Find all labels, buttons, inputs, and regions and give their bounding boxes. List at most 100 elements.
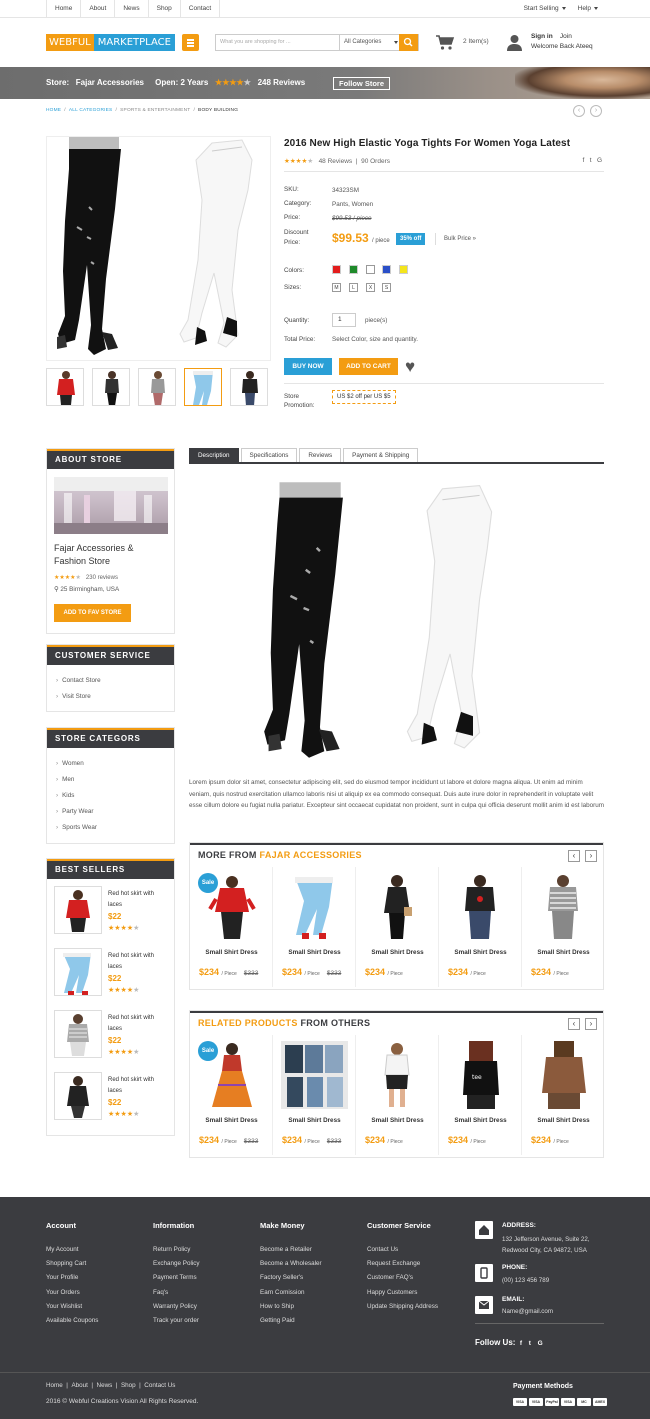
- store-name-line-1[interactable]: Fajar Accessories &: [54, 543, 134, 553]
- footer-link[interactable]: Return Policy: [153, 1243, 200, 1257]
- google-icon[interactable]: G: [597, 157, 602, 164]
- product-thumbnail[interactable]: [230, 368, 268, 406]
- tab-payment-shipping[interactable]: Payment & Shipping: [343, 448, 419, 463]
- best-seller-name[interactable]: Red hot skirt with laces: [108, 889, 154, 911]
- product-thumbnail-active[interactable]: [184, 368, 222, 406]
- footer-link[interactable]: Payment Terms: [153, 1271, 200, 1285]
- color-swatch-white[interactable]: [366, 265, 375, 274]
- facebook-icon[interactable]: f: [520, 1340, 522, 1347]
- buy-now-button[interactable]: BUY NOW: [284, 358, 332, 375]
- product-card[interactable]: Small Shirt Dress $234 / Piece $333: [273, 867, 356, 987]
- google-icon[interactable]: G: [538, 1340, 543, 1347]
- footer-link[interactable]: Warranty Policy: [153, 1300, 200, 1314]
- best-seller-thumbnail[interactable]: [54, 886, 102, 934]
- top-nav-news[interactable]: News: [115, 0, 149, 17]
- sign-in-link[interactable]: Sign in: [531, 33, 553, 40]
- cart-button[interactable]: [435, 34, 455, 53]
- footer-link[interactable]: Available Coupons: [46, 1314, 98, 1328]
- email-text[interactable]: Name@gmail.com: [502, 1308, 553, 1315]
- add-to-cart-button[interactable]: ADD TO CART: [339, 358, 398, 375]
- best-seller-thumbnail[interactable]: [54, 1072, 102, 1120]
- top-nav-about[interactable]: About: [81, 0, 116, 17]
- breadcrumb-sports[interactable]: SPORTS & ENTERTAINMENT: [120, 108, 190, 113]
- wishlist-heart-icon[interactable]: ♥: [405, 358, 415, 375]
- footer-link[interactable]: Update Shipping Address: [367, 1300, 438, 1314]
- product-card[interactable]: tee Small Shirt Dress $234 / Piece: [439, 1035, 522, 1155]
- site-logo[interactable]: WEBFUL MARKETPLACE: [46, 34, 175, 51]
- footer-link[interactable]: Happy Customers: [367, 1286, 438, 1300]
- tab-reviews[interactable]: Reviews: [299, 448, 342, 463]
- footer-link[interactable]: Earn Comission: [260, 1286, 322, 1300]
- product-card[interactable]: Small Shirt Dress $234 / Piece: [522, 867, 605, 987]
- best-seller-thumbnail[interactable]: [54, 948, 102, 996]
- start-selling-dropdown[interactable]: Start Selling: [518, 0, 572, 17]
- quantity-input[interactable]: 1: [332, 313, 356, 327]
- best-seller-thumbnail[interactable]: [54, 1010, 102, 1058]
- search-category-select[interactable]: All Categories: [339, 35, 402, 50]
- join-link[interactable]: Join: [560, 33, 572, 40]
- add-to-fav-store-button[interactable]: ADD TO FAV STORE: [54, 604, 131, 622]
- footer-link[interactable]: Become a Retailer: [260, 1243, 322, 1257]
- product-card[interactable]: Small Shirt Dress $234 / Piece: [522, 1035, 605, 1155]
- footer-nav-shop[interactable]: Shop: [121, 1382, 136, 1389]
- top-nav-contact[interactable]: Contact: [181, 0, 221, 17]
- prev-product-button[interactable]: ‹: [573, 105, 585, 117]
- category-link-sports-wear[interactable]: Sports Wear: [56, 824, 97, 831]
- breadcrumb-all-categories[interactable]: ALL CATEGORIES: [69, 108, 113, 113]
- next-arrow-button[interactable]: ›: [585, 1018, 597, 1030]
- best-seller-name[interactable]: Red hot skirt with laces: [108, 1075, 154, 1097]
- product-main-image[interactable]: [46, 136, 271, 361]
- help-dropdown[interactable]: Help: [572, 0, 604, 17]
- footer-link[interactable]: How to Ship: [260, 1300, 322, 1314]
- twitter-icon[interactable]: t: [590, 157, 592, 164]
- prev-arrow-button[interactable]: ‹: [568, 850, 580, 862]
- next-product-button[interactable]: ›: [590, 105, 602, 117]
- size-option-l[interactable]: L: [349, 283, 358, 292]
- product-reviews-link[interactable]: 48 Reviews: [319, 158, 353, 165]
- top-nav-shop[interactable]: Shop: [149, 0, 181, 17]
- footer-link[interactable]: Getting Paid: [260, 1314, 322, 1328]
- best-seller-name[interactable]: Red hot skirt with laces: [108, 951, 154, 973]
- cart-count[interactable]: 2 Item(s): [463, 38, 489, 45]
- color-swatch-blue[interactable]: [382, 265, 391, 274]
- footer-nav-home[interactable]: Home: [46, 1382, 63, 1389]
- footer-nav-news[interactable]: News: [97, 1382, 113, 1389]
- search-input[interactable]: What you are shopping for ...: [220, 35, 291, 50]
- footer-link[interactable]: Shopping Cart: [46, 1257, 98, 1271]
- color-swatch-red[interactable]: [332, 265, 341, 274]
- footer-link[interactable]: Contact Us: [367, 1243, 438, 1257]
- product-card[interactable]: Small Shirt Dress $234 / Piece: [439, 867, 522, 987]
- footer-link[interactable]: Exchange Policy: [153, 1257, 200, 1271]
- tab-description[interactable]: Description: [189, 448, 239, 463]
- size-option-s[interactable]: S: [382, 283, 391, 292]
- footer-link[interactable]: Factory Seller's: [260, 1271, 322, 1285]
- store-name-line-2[interactable]: Fashion Store: [54, 556, 110, 566]
- best-seller-name[interactable]: Red hot skirt with laces: [108, 1013, 154, 1035]
- facebook-icon[interactable]: f: [582, 157, 584, 164]
- prev-arrow-button[interactable]: ‹: [568, 1018, 580, 1030]
- tab-specifications[interactable]: Specifications: [240, 448, 298, 463]
- product-card[interactable]: Sale Small Shirt Dress $234 / Piece $333: [190, 867, 273, 987]
- product-thumbnail[interactable]: [138, 368, 176, 406]
- category-link-party-wear[interactable]: Party Wear: [56, 808, 93, 815]
- footer-link[interactable]: Track your order: [153, 1314, 200, 1328]
- visit-store-link[interactable]: Visit Store: [56, 693, 91, 700]
- bulk-price-link[interactable]: Bulk Price »: [435, 233, 476, 245]
- category-link-women[interactable]: Women: [56, 760, 84, 767]
- footer-link[interactable]: Request Exchange: [367, 1257, 438, 1271]
- footer-link[interactable]: Your Wishlist: [46, 1300, 98, 1314]
- footer-link[interactable]: Become a Wholesaler: [260, 1257, 322, 1271]
- store-name[interactable]: Fajar Accessories: [76, 78, 144, 87]
- twitter-icon[interactable]: t: [529, 1340, 531, 1347]
- footer-link[interactable]: My Account: [46, 1243, 98, 1257]
- footer-link[interactable]: Customer FAQ's: [367, 1271, 438, 1285]
- footer-link[interactable]: Your Profile: [46, 1271, 98, 1285]
- footer-link[interactable]: Your Orders: [46, 1286, 98, 1300]
- footer-nav-about[interactable]: About: [71, 1382, 87, 1389]
- menu-button[interactable]: [182, 34, 199, 51]
- product-thumbnail[interactable]: [92, 368, 130, 406]
- product-thumbnail[interactable]: [46, 368, 84, 406]
- footer-nav-contact[interactable]: Contact Us: [144, 1382, 175, 1389]
- category-link-kids[interactable]: Kids: [56, 792, 74, 799]
- top-nav-home[interactable]: Home: [46, 0, 82, 17]
